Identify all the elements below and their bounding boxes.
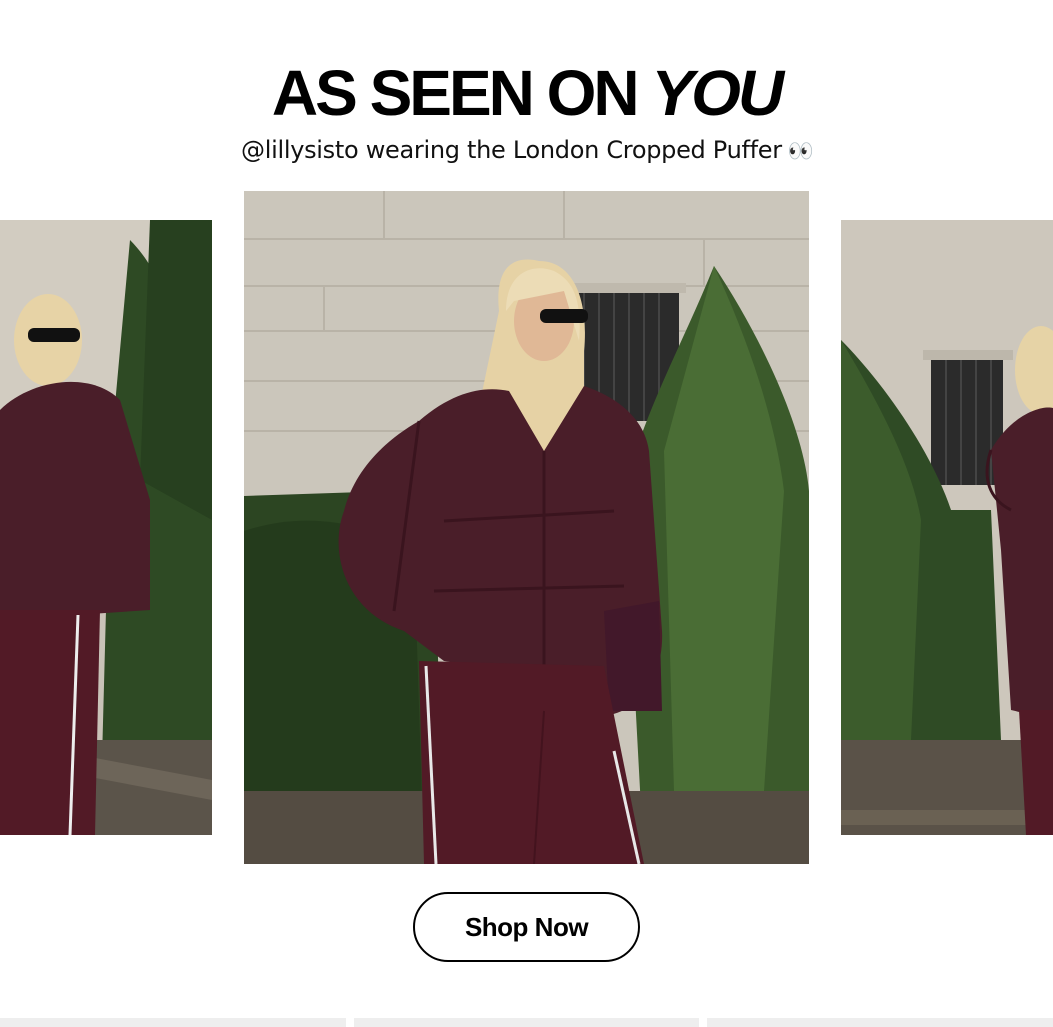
subline: @lillysisto wearing the London Cropped P… — [0, 136, 1053, 164]
shop-now-button[interactable]: Shop Now — [413, 892, 640, 962]
next-section-tile — [707, 1018, 1053, 1027]
subline-text: @lillysisto wearing the London Cropped P… — [241, 136, 782, 164]
headline-part1: AS SEEN ON — [271, 57, 652, 129]
eyes-emoji: 👀 — [787, 139, 814, 163]
photo-woman-puffer-left-icon — [0, 220, 212, 835]
next-section-tile — [354, 1018, 699, 1027]
photo-woman-puffer-right-icon — [841, 220, 1053, 835]
headline-part2: YOU — [651, 57, 784, 129]
carousel-slide-left[interactable] — [0, 220, 212, 835]
photo-woman-puffer-main-icon — [244, 191, 809, 864]
headline: AS SEEN ON YOU — [0, 58, 1053, 128]
carousel-slide-main[interactable] — [244, 191, 809, 864]
next-section-tile — [0, 1018, 346, 1027]
carousel-slide-right[interactable] — [841, 220, 1053, 835]
